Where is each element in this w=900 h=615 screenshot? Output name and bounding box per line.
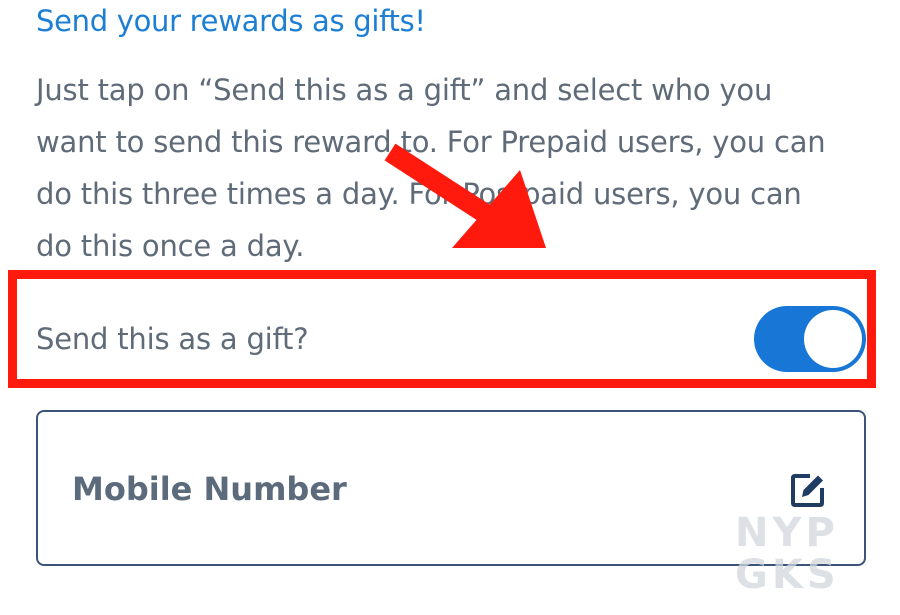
description-line: do this once a day. — [36, 229, 305, 263]
watermark-line: NYP — [735, 510, 839, 556]
edit-icon[interactable] — [788, 470, 828, 510]
description-line: do this three times a day. For Postpaid … — [36, 177, 802, 211]
section-title: Send your rewards as gifts! — [36, 4, 426, 38]
description-line: Just tap on “Send this as a gift” and se… — [36, 73, 773, 107]
watermark-logo: NYP GKS — [735, 512, 875, 602]
description-text: Just tap on “Send this as a gift” and se… — [36, 64, 876, 272]
annotation-highlight-box — [8, 270, 876, 388]
description-line: want to send this reward to. For Prepaid… — [36, 125, 826, 159]
watermark-line: GKS — [735, 552, 840, 598]
mobile-number-label: Mobile Number — [72, 470, 347, 508]
